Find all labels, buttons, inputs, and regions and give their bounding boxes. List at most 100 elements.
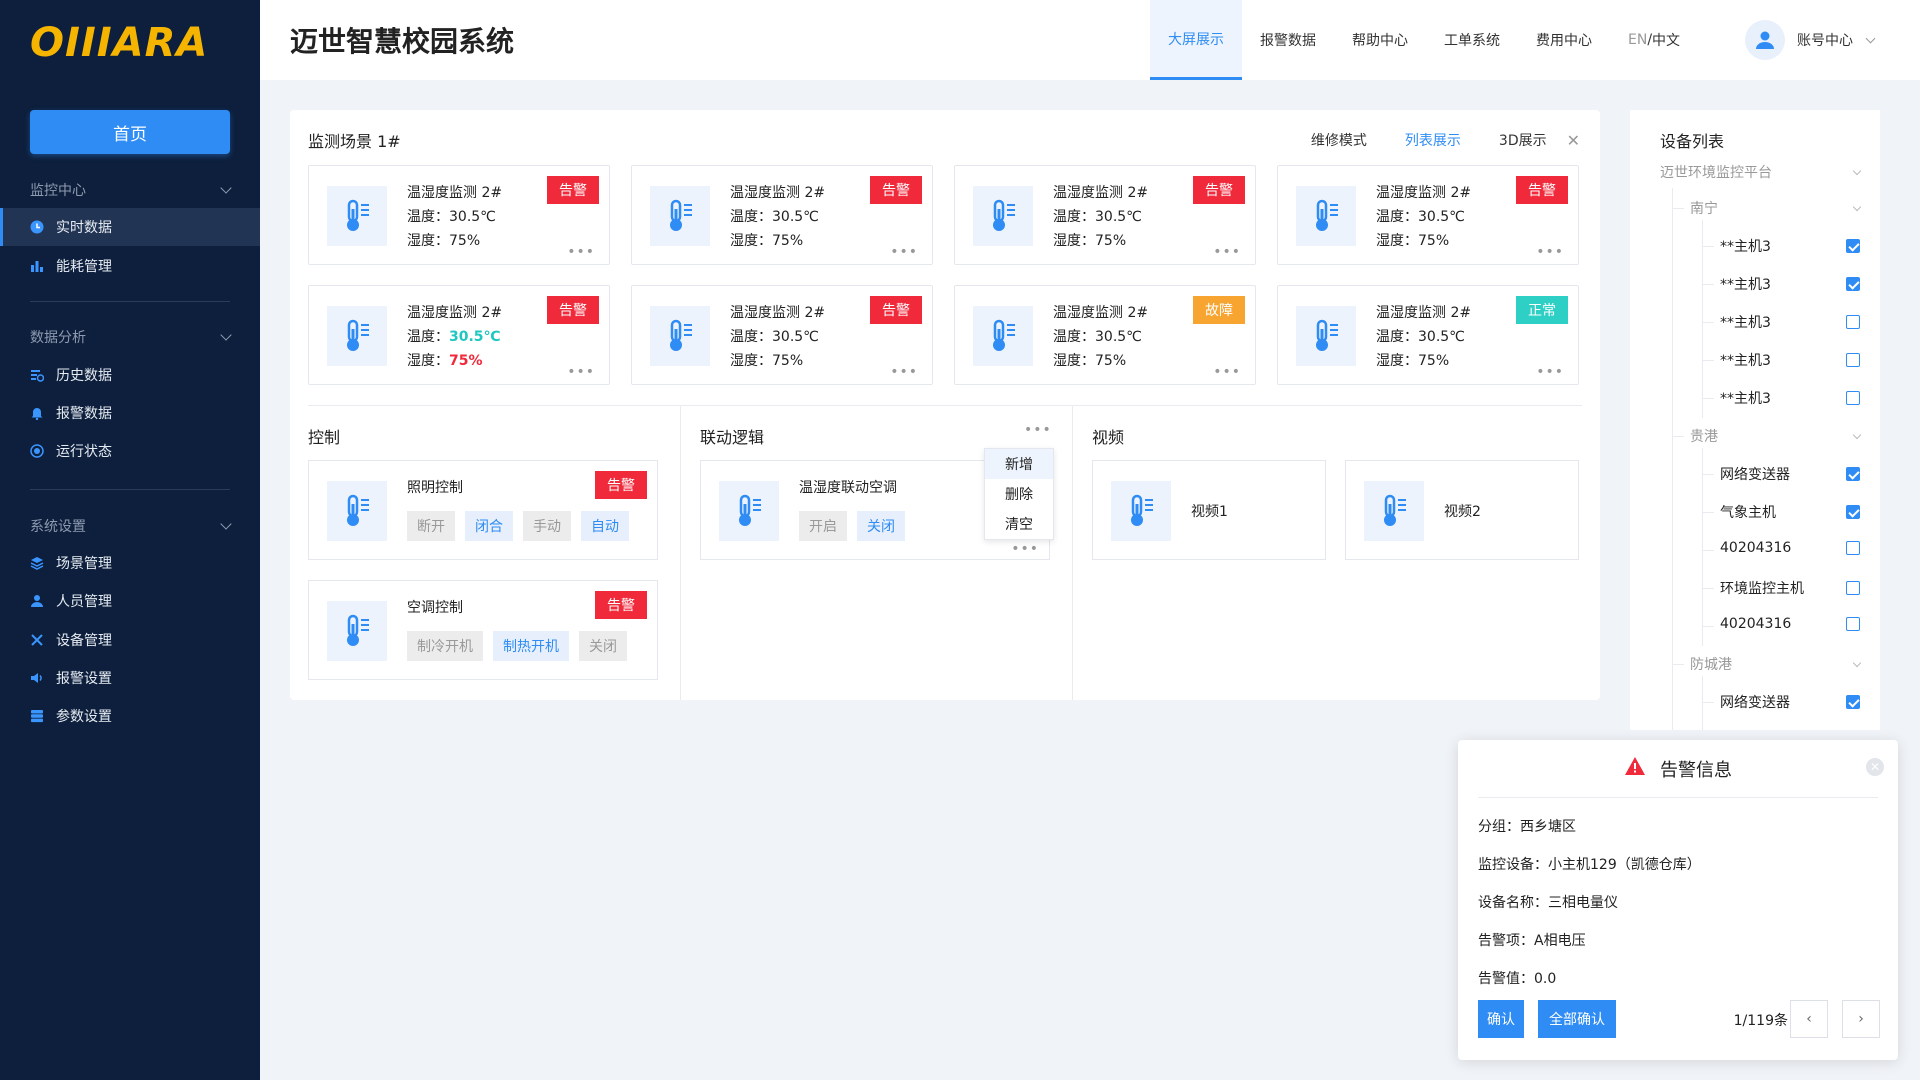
heating-on-button[interactable]: 制热开机 — [493, 631, 569, 661]
alarm-field-label: 设备名称： — [1478, 895, 1548, 911]
more-icon[interactable]: ••• — [1213, 244, 1241, 260]
close-circuit-button[interactable]: 闭合 — [465, 511, 513, 541]
tab-big-screen[interactable]: 大屏展示 — [1150, 0, 1242, 80]
nav-group-analysis[interactable]: 数据分析 — [30, 327, 232, 347]
sensor-card[interactable]: 温湿度监测 2# 温度：30.5℃ 湿度：75% 告警 ••• — [308, 165, 610, 265]
tab-work-order[interactable]: 工单系统 — [1426, 0, 1518, 80]
next-page-button[interactable]: › — [1842, 1000, 1880, 1038]
sensor-card[interactable]: 温湿度监测 2# 温度：30.5℃ 湿度：75% 告警 ••• — [1277, 165, 1579, 265]
tree-group[interactable]: 南宁 — [1690, 198, 1862, 218]
device-checkbox[interactable] — [1846, 353, 1860, 367]
manual-button[interactable]: 手动 — [523, 511, 571, 541]
more-icon[interactable]: ••• — [567, 244, 595, 260]
lang-en[interactable]: EN — [1628, 32, 1647, 48]
video-name: 视频1 — [1191, 504, 1228, 520]
account-menu[interactable]: 账号中心 — [1745, 20, 1876, 60]
confirm-all-button[interactable]: 全部确认 — [1538, 1000, 1616, 1038]
device-checkbox[interactable] — [1846, 505, 1860, 519]
thermometer-icon — [327, 186, 387, 246]
device-checkbox[interactable] — [1846, 391, 1860, 405]
avatar[interactable] — [1745, 20, 1785, 60]
device-checkbox[interactable] — [1846, 695, 1860, 709]
nav-group-settings[interactable]: 系统设置 — [30, 516, 232, 536]
home-button[interactable]: 首页 — [30, 110, 230, 154]
tree-item[interactable]: **主机3 — [1720, 350, 1860, 370]
more-icon[interactable]: ••• — [890, 364, 918, 380]
confirm-button[interactable]: 确认 — [1478, 1000, 1524, 1038]
tree-group[interactable]: 贵港 — [1690, 426, 1862, 446]
sidebar-item-energy[interactable]: 能耗管理 — [0, 247, 260, 285]
menu-item-clear[interactable]: 清空 — [985, 509, 1053, 539]
disable-button[interactable]: 关闭 — [857, 511, 905, 541]
sensor-card[interactable]: 温湿度监测 2# 温度：30.5℃ 湿度：75% 正常 ••• — [1277, 285, 1579, 385]
tab-billing[interactable]: 费用中心 — [1518, 0, 1610, 80]
language-switch[interactable]: EN / 中文 — [1610, 0, 1698, 80]
close-icon[interactable]: ✕ — [1567, 131, 1580, 150]
more-icon[interactable]: ••• — [890, 244, 918, 260]
disconnect-button[interactable]: 断开 — [407, 511, 455, 541]
sensor-card[interactable]: 温湿度监测 2# 温度：30.5℃ 湿度：75% 告警 ••• — [631, 165, 933, 265]
sensor-card[interactable]: 温湿度监测 2# 温度：30.5℃ 湿度：75% 告警 ••• — [308, 285, 610, 385]
tree-item[interactable]: 网络变送器 — [1720, 692, 1860, 712]
tree-item[interactable]: 40204316 — [1720, 616, 1860, 632]
more-icon[interactable]: ••• — [1024, 422, 1052, 438]
lang-zh[interactable]: 中文 — [1652, 30, 1680, 50]
more-icon[interactable]: ••• — [1213, 364, 1241, 380]
view-3d-button[interactable]: 3D展示 — [1499, 130, 1547, 150]
tree-item[interactable]: **主机3 — [1720, 312, 1860, 332]
tree-group[interactable]: 防城港 — [1690, 654, 1862, 674]
tab-help-center[interactable]: 帮助中心 — [1334, 0, 1426, 80]
enable-button[interactable]: 开启 — [799, 511, 847, 541]
device-checkbox[interactable] — [1846, 541, 1860, 555]
tab-alarm-data[interactable]: 报警数据 — [1242, 0, 1334, 80]
more-icon[interactable]: ••• — [1536, 244, 1564, 260]
tree-item[interactable]: **主机3 — [1720, 236, 1860, 256]
menu-item-add[interactable]: 新增 — [985, 449, 1053, 479]
tree-item[interactable]: 环境监控主机 — [1720, 578, 1860, 598]
sidebar-item-realtime[interactable]: 实时数据 — [0, 208, 260, 246]
list-view-button[interactable]: 列表展示 — [1405, 130, 1461, 150]
sidebar-item-alarm-settings[interactable]: 报警设置 — [0, 659, 260, 697]
cooling-on-button[interactable]: 制冷开机 — [407, 631, 483, 661]
video-card[interactable]: 视频2 — [1345, 460, 1579, 560]
humidity-line: 湿度：75% — [407, 230, 480, 250]
device-checkbox[interactable] — [1846, 617, 1860, 631]
device-checkbox[interactable] — [1846, 581, 1860, 595]
video-card[interactable]: 视频1 — [1092, 460, 1326, 560]
status-badge: 告警 — [870, 296, 922, 324]
close-icon[interactable]: ✕ — [1866, 758, 1884, 776]
tree-item[interactable]: 40204316 — [1720, 540, 1860, 556]
tree-item[interactable]: 气象主机 — [1720, 502, 1860, 522]
device-checkbox[interactable] — [1846, 467, 1860, 481]
device-checkbox[interactable] — [1846, 239, 1860, 253]
sidebar-item-device-mgmt[interactable]: 设备管理 — [0, 621, 260, 659]
more-icon[interactable]: ••• — [1536, 364, 1564, 380]
nav-group-monitoring[interactable]: 监控中心 — [30, 180, 232, 200]
tree-item[interactable]: **主机3 — [1720, 274, 1860, 294]
tree-item[interactable]: **主机3 — [1720, 388, 1860, 408]
sidebar-item-run-status[interactable]: 运行状态 — [0, 432, 260, 470]
auto-button[interactable]: 自动 — [581, 511, 629, 541]
sidebar-item-history[interactable]: 历史数据 — [0, 356, 260, 394]
temperature-value: 30.5℃ — [449, 209, 496, 225]
sidebar-item-scene[interactable]: 场景管理 — [0, 544, 260, 582]
sidebar-item-alarm-data[interactable]: 报警数据 — [0, 394, 260, 432]
device-checkbox[interactable] — [1846, 315, 1860, 329]
sidebar-item-label: 设备管理 — [56, 633, 112, 649]
sensor-card[interactable]: 温湿度监测 2# 温度：30.5℃ 湿度：75% 告警 ••• — [954, 165, 1256, 265]
more-icon[interactable]: ••• — [1011, 541, 1039, 557]
tree-root[interactable]: 迈世环境监控平台 — [1660, 162, 1862, 182]
sensor-card[interactable]: 温湿度监测 2# 温度：30.5℃ 湿度：75% 故障 ••• — [954, 285, 1256, 385]
humidity-line: 湿度：75% — [1053, 230, 1126, 250]
prev-page-button[interactable]: ‹ — [1790, 1000, 1828, 1038]
device-checkbox[interactable] — [1846, 277, 1860, 291]
maintenance-mode-button[interactable]: 维修模式 — [1311, 130, 1367, 150]
tree-item[interactable]: 网络变送器 — [1720, 464, 1860, 484]
sidebar-item-personnel[interactable]: 人员管理 — [0, 582, 260, 620]
more-icon[interactable]: ••• — [567, 364, 595, 380]
sensor-card[interactable]: 温湿度监测 2# 温度：30.5℃ 湿度：75% 告警 ••• — [631, 285, 933, 385]
alarm-detail-row: 告警值：0.0 — [1478, 968, 1556, 988]
menu-item-delete[interactable]: 删除 — [985, 479, 1053, 509]
sidebar-item-params[interactable]: 参数设置 — [0, 697, 260, 735]
ac-off-button[interactable]: 关闭 — [579, 631, 627, 661]
